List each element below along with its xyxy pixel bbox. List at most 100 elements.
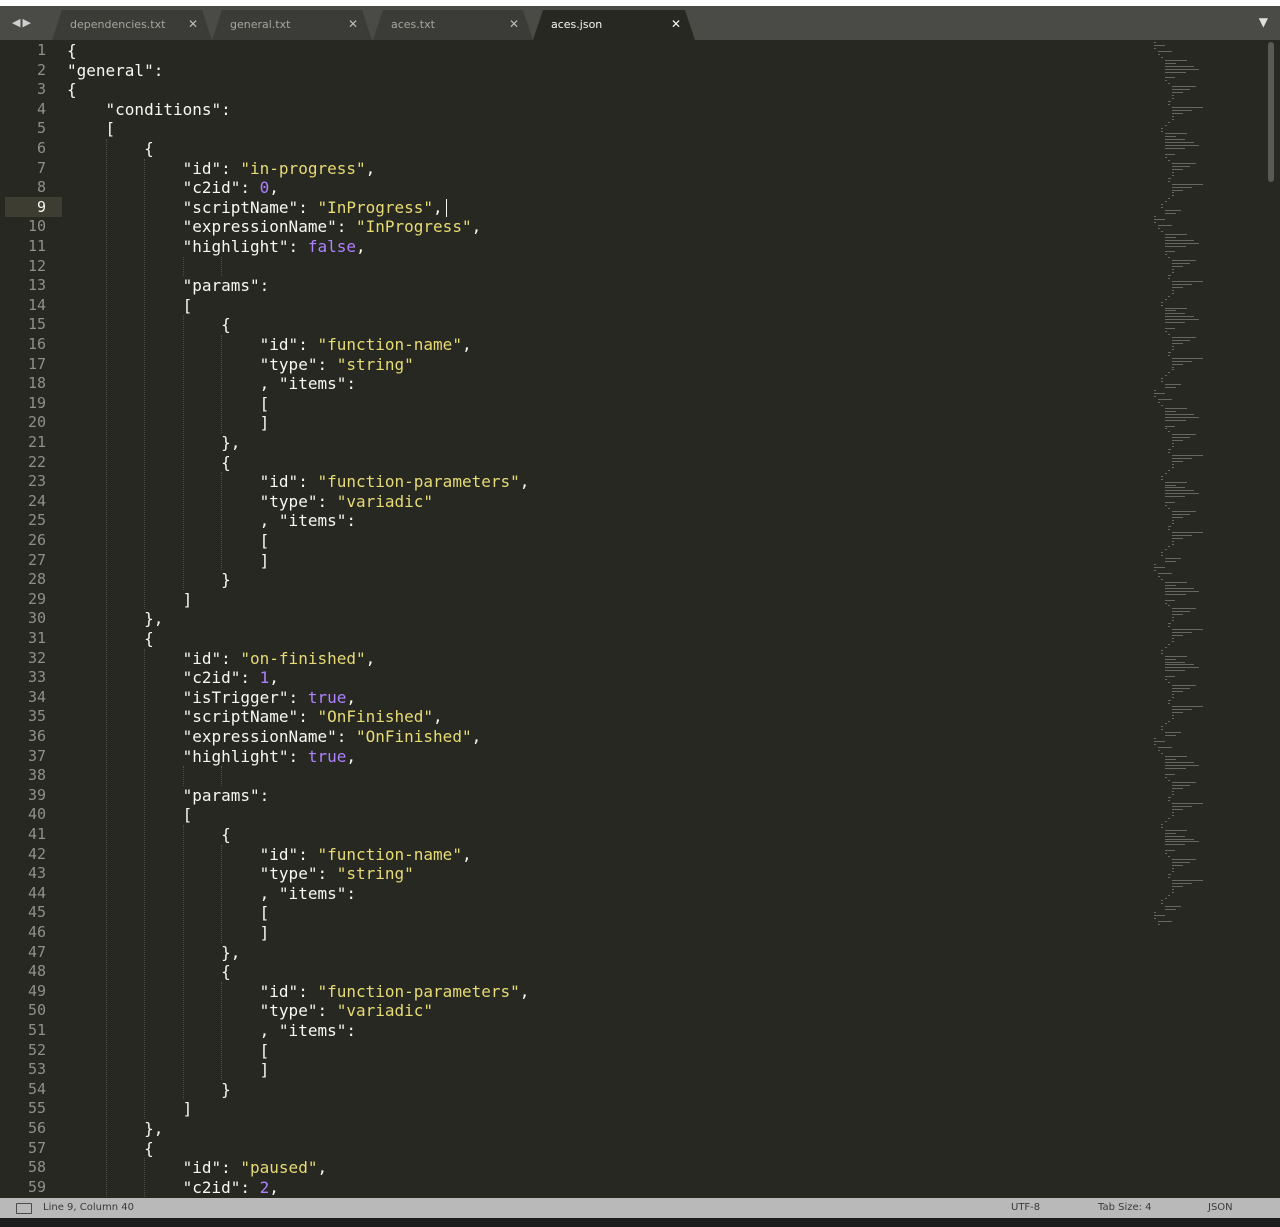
code-line[interactable]: "id": "function-name", [67,845,472,865]
line-number: 57 [27,1138,46,1157]
code-line[interactable]: { [67,315,231,335]
code-line[interactable]: "general": [67,61,163,81]
minimap-line [1157,747,1172,749]
code-line[interactable]: ] [67,923,270,943]
minimap-line [1172,363,1183,365]
code-line[interactable]: ] [67,413,270,433]
close-icon[interactable]: ✕ [348,17,358,31]
code-line[interactable]: "expressionName": "OnFinished", [67,727,482,747]
minimap-line [1164,909,1176,911]
code-line[interactable]: }, [67,433,240,453]
code-line[interactable]: "scriptName": "OnFinished", [67,707,443,727]
code-line[interactable]: "params": [67,786,270,806]
minimap-line [1164,658,1176,660]
minimap-line [1164,841,1199,843]
minimap-line [1168,351,1171,353]
minimap-line [1164,584,1176,586]
editor[interactable]: 1 2 3 4 5 6 7 8 9 10 11 12 13 14 15 16 17 18 19 20 21 22 23 24 2… [0,40,1280,1198]
scrollbar[interactable] [1266,40,1278,1198]
code-line[interactable]: "isTrigger": true, [67,688,356,708]
minimap-line [1168,103,1171,105]
code-line[interactable]: { [67,825,231,845]
code-line[interactable]: ] [67,1060,270,1080]
close-icon[interactable]: ✕ [509,17,519,31]
minimap-line [1164,820,1167,822]
minimap-line [1168,528,1171,530]
code-line[interactable]: "params": [67,276,270,296]
close-icon[interactable]: ✕ [188,17,198,31]
tab-dependencies[interactable]: dependencies.txt ✕ [52,10,212,40]
code-line[interactable]: ] [67,1099,193,1119]
line-number: 41 [27,825,46,843]
code-line[interactable]: [ [67,805,193,825]
code-line[interactable]: [ [67,531,270,551]
code-line[interactable]: "scriptName": "InProgress", [67,198,443,218]
code-line[interactable]: { [67,80,77,100]
code-line[interactable]: { [67,629,154,649]
code-line[interactable]: "id": "function-name", [67,335,472,355]
code-line[interactable]: { [67,1139,154,1159]
code-line[interactable]: }, [67,943,240,963]
minimap-line [1172,891,1174,893]
code-line[interactable]: "type": "variadic" [67,492,433,512]
code-line[interactable]: "type": "string" [67,864,414,884]
code-line[interactable]: "c2id": 2, [67,1178,279,1198]
minimap-line [1154,221,1156,223]
code-line[interactable]: { [67,41,77,61]
code-line[interactable]: "highlight": false, [67,237,366,257]
code-line[interactable]: "type": "string" [67,355,414,375]
code-line[interactable]: , "items": [67,884,356,904]
code-line[interactable]: { [67,139,154,159]
code-line[interactable]: [ [67,394,270,414]
code-line[interactable]: ] [67,590,193,610]
code-line[interactable]: "highlight": true, [67,747,356,767]
show-panel-icon[interactable] [16,1203,32,1214]
tab-size-indicator[interactable]: Tab Size: 4 [1098,1202,1152,1213]
code-line[interactable]: , "items": [67,1021,356,1041]
code-line[interactable]: }, [67,1119,163,1139]
minimap[interactable] [1152,40,1264,1198]
tab-label: aces.txt [391,18,435,31]
minimap-line [1172,98,1174,100]
close-icon[interactable]: ✕ [671,17,681,31]
code-line[interactable]: "id": "function-parameters", [67,982,530,1002]
minimap-line [1172,443,1174,445]
syntax-indicator[interactable]: JSON [1208,1202,1233,1213]
code-line[interactable]: "id": "on-finished", [67,649,376,669]
tab-list-dropdown-icon[interactable]: ▼ [1259,15,1268,29]
code-line[interactable]: [ [67,119,116,139]
minimap-line [1172,369,1174,371]
tab-nav-arrows-icon[interactable]: ◀▶ [12,16,33,29]
encoding-indicator[interactable]: UTF-8 [1011,1202,1040,1213]
code-line[interactable]: "conditions": [67,100,231,120]
tab-aces-txt[interactable]: aces.txt ✕ [373,10,533,40]
tab-aces-json[interactable]: aces.json ✕ [533,10,695,40]
code-line[interactable]: "id": "in-progress", [67,159,376,179]
code-area[interactable]: {"general":{ "conditions": [ { "id": "in… [67,40,1147,1198]
code-line[interactable]: "expressionName": "InProgress", [67,217,482,237]
code-line[interactable]: [ [67,296,193,316]
code-line[interactable]: [ [67,903,270,923]
code-line[interactable]: "type": "variadic" [67,1001,433,1021]
code-line[interactable]: "c2id": 1, [67,668,279,688]
code-line[interactable]: "c2id": 0, [67,178,279,198]
minimap-line [1168,180,1171,182]
code-line[interactable]: , "items": [67,374,356,394]
minimap-line [1172,457,1192,459]
code-line[interactable]: } [67,1080,231,1100]
code-line[interactable]: { [67,453,231,473]
tab-general[interactable]: general.txt ✕ [212,10,372,40]
minimap-line [1154,738,1156,740]
line-number: 31 [27,629,46,647]
code-line[interactable]: "id": "function-parameters", [67,472,530,492]
code-line[interactable]: } [67,570,231,590]
minimap-line [1161,900,1164,902]
minimap-line [1154,393,1165,395]
code-line[interactable]: ] [67,551,270,571]
code-line[interactable]: , "items": [67,511,356,531]
code-line[interactable]: [ [67,1041,270,1061]
code-line[interactable]: }, [67,609,163,629]
scrollbar-thumb[interactable] [1268,42,1274,182]
code-line[interactable]: { [67,962,231,982]
minimap-line [1172,859,1197,861]
